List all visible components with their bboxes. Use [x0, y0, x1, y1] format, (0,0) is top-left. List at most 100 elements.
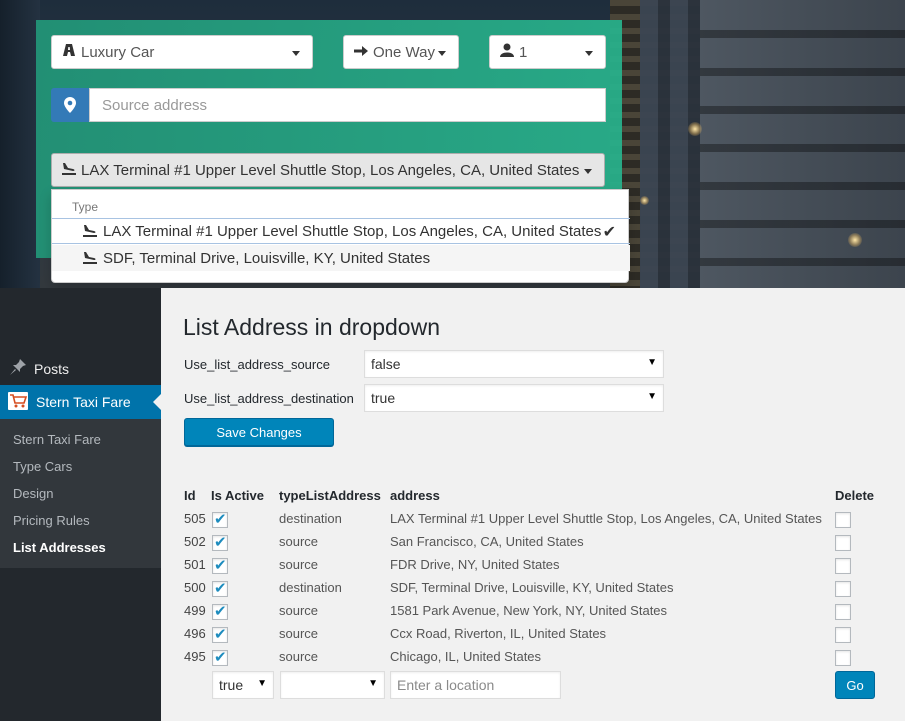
row-type: source [279, 649, 319, 664]
row-id: 499 [184, 603, 206, 618]
row-type: source [279, 603, 319, 618]
car-type-value: Luxury Car [81, 43, 155, 61]
is-active-checkbox[interactable] [212, 510, 228, 528]
delete-checkbox[interactable] [835, 558, 851, 574]
new-row-active-select[interactable]: true ▼ [212, 671, 274, 699]
plane-landing-icon [83, 223, 97, 240]
destination-dropdown-menu: Type LAX Terminal #1 Upper Level Shuttle… [51, 189, 630, 283]
chevron-down-icon [292, 51, 300, 56]
table-row: 505 destination LAX Terminal #1 Upper Le… [161, 510, 905, 534]
destination-select[interactable]: LAX Terminal #1 Upper Level Shuttle Stop… [51, 153, 605, 187]
table-row: 496 source Ccx Road, Riverton, IL, Unite… [161, 625, 905, 649]
shopping-cart-icon [8, 391, 36, 413]
row-id: 502 [184, 534, 206, 549]
city-building-left [0, 0, 40, 288]
booking-hero: Luxury Car One Way 1 LAX Terminal #1 Upp… [0, 0, 905, 288]
sidebar-item-posts[interactable]: Posts [0, 354, 161, 384]
submenu-item-list-addresses[interactable]: List Addresses [13, 540, 106, 555]
select-value: true [371, 390, 396, 406]
use-list-address-destination-select[interactable]: true ▼ [364, 384, 664, 412]
car-type-select[interactable]: Luxury Car [51, 35, 313, 69]
column-header-delete: Delete [835, 488, 875, 503]
submenu-item-pricing-rules[interactable]: Pricing Rules [13, 513, 90, 528]
save-changes-button[interactable]: Save Changes [184, 418, 334, 446]
source-address-input[interactable] [89, 88, 606, 122]
row-address: Ccx Road, Riverton, IL, United States [390, 626, 607, 641]
sidebar-item-label: Posts [34, 361, 70, 377]
is-active-checkbox[interactable] [212, 602, 228, 620]
column-header-is-active: Is Active [211, 488, 264, 503]
sidebar-item-label: Stern Taxi Fare [36, 394, 131, 410]
dropdown-option[interactable]: SDF, Terminal Drive, Louisville, KY, Uni… [52, 245, 630, 271]
dropdown-arrow-icon: ▼ [368, 678, 378, 689]
is-active-checkbox[interactable] [212, 648, 228, 666]
row-address: FDR Drive, NY, United States [390, 557, 560, 572]
submenu-item-stern-taxi-fare[interactable]: Stern Taxi Fare [13, 432, 101, 447]
use-list-address-source-select[interactable]: false ▼ [364, 350, 664, 378]
street-lamp [640, 196, 649, 205]
dropdown-option[interactable]: LAX Terminal #1 Upper Level Shuttle Stop… [52, 218, 630, 244]
source-option-label: Use_list_address_source [184, 357, 330, 372]
arrow-right-icon [354, 44, 368, 61]
delete-checkbox[interactable] [835, 650, 851, 666]
row-id: 500 [184, 580, 206, 595]
wp-admin: Posts Stern Taxi Fare Stern Taxi Fare Ty… [0, 288, 905, 721]
dropdown-arrow-icon: ▼ [257, 678, 267, 689]
delete-checkbox[interactable] [835, 581, 851, 597]
chevron-down-icon [584, 169, 592, 174]
admin-sidebar: Posts Stern Taxi Fare Stern Taxi Fare Ty… [0, 288, 161, 721]
select-value: false [371, 356, 401, 372]
row-id: 505 [184, 511, 206, 526]
delete-checkbox[interactable] [835, 512, 851, 528]
plane-landing-icon [62, 161, 76, 179]
new-row-type-select[interactable]: ▼ [280, 671, 385, 699]
dropdown-option-label: LAX Terminal #1 Upper Level Shuttle Stop… [103, 222, 602, 240]
dropdown-option-label: SDF, Terminal Drive, Louisville, KY, Uni… [103, 249, 431, 267]
row-type: source [279, 626, 319, 641]
sidebar-item-stern-taxi-fare[interactable]: Stern Taxi Fare [0, 385, 161, 419]
submenu-item-type-cars[interactable]: Type Cars [13, 459, 72, 474]
table-row: 502 source San Francisco, CA, United Sta… [161, 533, 905, 557]
street-lamp [848, 233, 862, 247]
table-row: 501 source FDR Drive, NY, United States [161, 556, 905, 580]
table-row: 500 destination SDF, Terminal Drive, Lou… [161, 579, 905, 603]
is-active-checkbox[interactable] [212, 556, 228, 574]
row-id: 501 [184, 557, 206, 572]
row-type: destination [279, 511, 342, 526]
map-marker-icon [51, 88, 89, 122]
location-input[interactable] [390, 671, 561, 699]
chevron-down-icon [585, 51, 593, 56]
road-icon [62, 43, 76, 61]
row-address: SDF, Terminal Drive, Louisville, KY, Uni… [390, 580, 674, 595]
submenu-item-design[interactable]: Design [13, 486, 53, 501]
row-id: 495 [184, 649, 206, 664]
row-id: 496 [184, 626, 206, 641]
delete-checkbox[interactable] [835, 627, 851, 643]
is-active-checkbox[interactable] [212, 625, 228, 643]
is-active-checkbox[interactable] [212, 533, 228, 551]
trip-type-select[interactable]: One Way [343, 35, 459, 69]
row-type: source [279, 557, 319, 572]
row-address: 1581 Park Avenue, New York, NY, United S… [390, 603, 668, 618]
table-row: 499 source 1581 Park Avenue, New York, N… [161, 602, 905, 626]
go-button[interactable]: Go [835, 671, 875, 699]
check-icon: ✔ [602, 224, 616, 241]
city-building-right [700, 0, 905, 288]
dropdown-group-header: Type [72, 200, 99, 214]
chevron-down-icon [438, 51, 446, 56]
page-title: List Address in dropdown [183, 314, 440, 340]
street-lamp [688, 122, 702, 136]
plugin-submenu: Stern Taxi Fare Type Cars Design Pricing… [0, 419, 161, 568]
row-address: San Francisco, CA, United States [390, 534, 584, 549]
passenger-count-select[interactable]: 1 [489, 35, 606, 69]
admin-content: List Address in dropdown Use_list_addres… [161, 288, 905, 721]
user-icon [500, 43, 514, 61]
delete-checkbox[interactable] [835, 604, 851, 620]
dropdown-arrow-icon: ▼ [647, 391, 657, 402]
trip-type-value: One Way [373, 43, 435, 61]
is-active-checkbox[interactable] [212, 579, 228, 597]
row-type: destination [279, 580, 342, 595]
column-header-address: address [390, 488, 440, 503]
delete-checkbox[interactable] [835, 535, 851, 551]
destination-value: LAX Terminal #1 Upper Level Shuttle Stop… [81, 161, 580, 179]
